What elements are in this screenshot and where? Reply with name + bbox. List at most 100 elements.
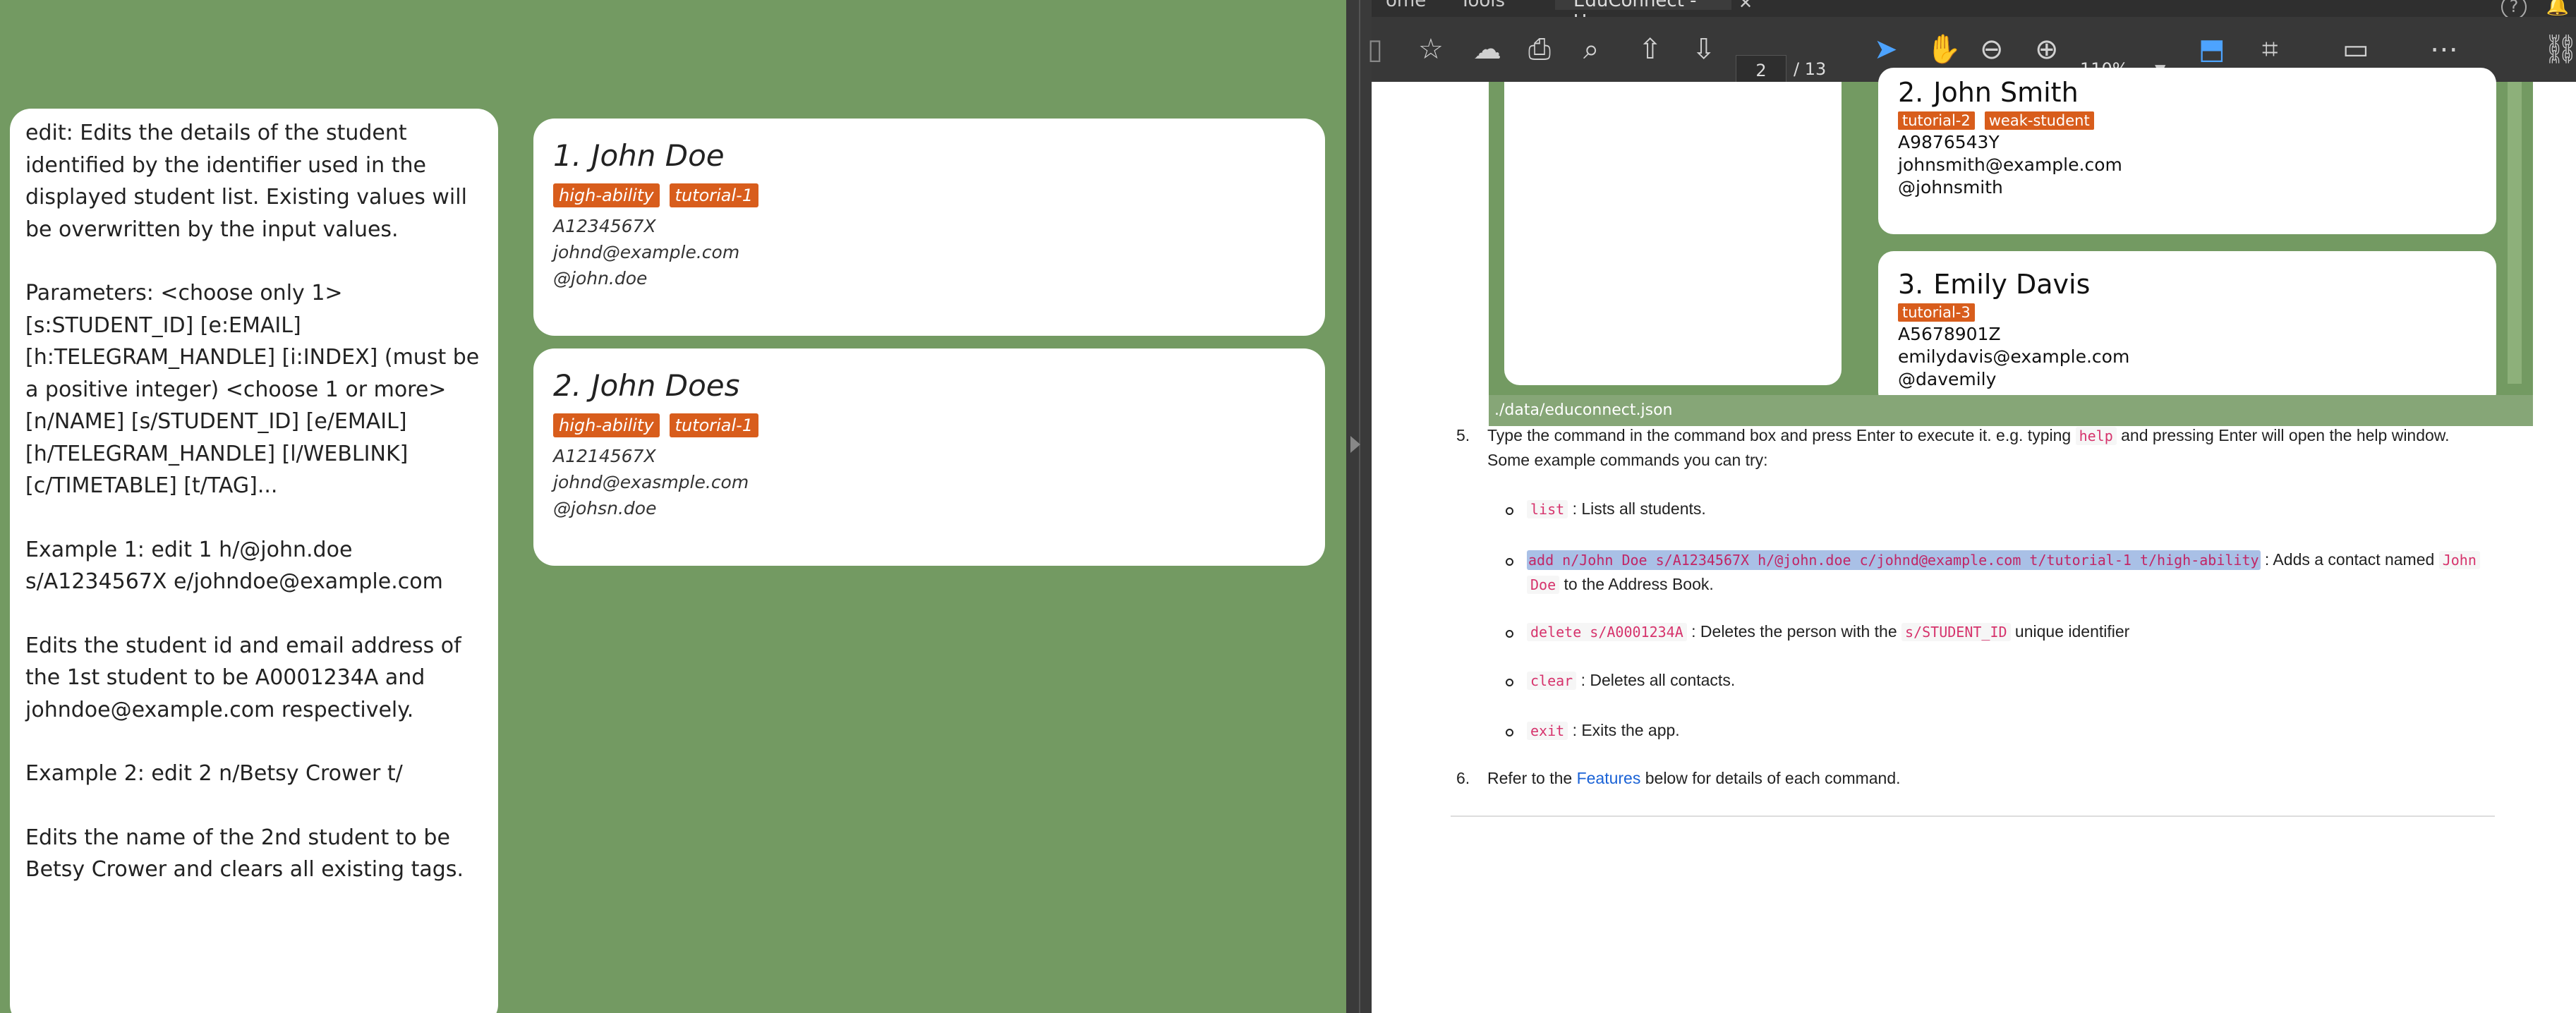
pdf-page: 2. John Smith tutorial-2 weak-student A98… [1372,68,2576,1013]
text-span: below for details of each command. [1645,769,1901,787]
divider-line [1359,0,1360,1013]
zoom-out-icon[interactable]: ⊖ [1980,35,2004,63]
embedded-scrollbar [2508,82,2522,384]
student-telegram: @john.doe [553,268,648,289]
list-item: exit : Exits the app. [1527,718,1680,743]
bullet [1506,630,1513,638]
hand-tool-icon[interactable]: ✋ [1926,35,1961,63]
inline-code: help [2075,427,2117,445]
result-paragraph: Edits the name of the 2nd student to be … [25,825,464,882]
close-icon[interactable]: ✕ [1739,0,1753,13]
step-5-text: Type the command in the command box and … [1487,423,2546,472]
student-name: 2. John Smith [1898,76,2477,109]
text-span: : Lists all students. [1572,499,1706,518]
page-down-icon[interactable]: ⇩ [1692,35,1716,63]
zoom-in-icon[interactable]: ⊕ [2035,35,2059,63]
more-icon[interactable]: ⋯ [2430,35,2458,63]
text-span: and pressing Enter will open the help wi… [2121,426,2450,444]
inline-code: list [1527,500,1568,518]
selected-inline-code[interactable]: add n/John Doe s/A1234567X h/@john.doe c… [1527,550,2261,570]
print-icon[interactable]: ⎙ [1528,35,1551,63]
student-email: johnd@example.com [553,242,740,262]
page-up-icon[interactable]: ⇧ [1638,35,1662,63]
bullet [1506,558,1513,566]
educonnect-window: edit: Edits the details of the student i… [0,0,1346,1013]
student-telegram: @johnsmith [1898,177,2003,198]
text-span: Some example commands you can try: [1487,451,1768,469]
tab-tools[interactable]: Tools [1460,0,1505,11]
bullet [1506,679,1513,686]
student-name-text: John Doe [591,138,725,173]
student-index: 2. [553,368,582,403]
text-span: to the Address Book. [1564,575,1714,593]
tab-document[interactable]: EduConnect - User ... [1555,0,1731,32]
result-display[interactable]: edit: Edits the details of the student i… [10,109,498,1013]
tag-badge: high-ability [553,413,660,437]
embedded-result-box [1504,82,1842,385]
embedded-status-bar: ./data/educonnect.json [1489,395,2533,426]
link-icon[interactable]: ⛓ [2543,35,2576,63]
list-item: delete s/A0001234A : Deletes the person … [1527,619,2129,644]
expand-arrow-icon[interactable] [1350,436,1360,453]
text-span: unique identifier [2014,622,2130,641]
page-total: / 13 [1794,59,1827,79]
step-number: 5. [1456,426,1470,444]
embedded-student-card: 2. John Smith tutorial-2 weak-student A98… [1878,68,2496,234]
student-id: A1214567X [553,446,656,466]
result-paragraph: Example 1: edit 1 h/@john.doe s/A1234567… [25,537,443,595]
page-fit-icon[interactable]: ⬒ [2199,35,2225,63]
embedded-student-card: 3. Emily Davis tutorial-3 A5678901Z emily… [1878,251,2496,408]
features-link[interactable]: Features [1577,769,1641,787]
result-paragraph: Example 2: edit 2 n/Betsy Crower t/ [25,761,403,786]
text-span: Refer to the [1487,769,1573,787]
student-telegram: @davemily [1898,369,1997,389]
student-id: A1234567X [553,216,656,236]
student-id: A5678901Z [1898,324,2001,344]
result-paragraph: edit: Edits the details of the student i… [25,121,467,242]
comment-icon[interactable]: ▭ [2342,35,2369,63]
student-index: 1. [553,138,582,173]
tab-home[interactable]: ome [1386,0,1426,11]
student-card[interactable]: 2. John Does high-ability tutorial-1 A121… [533,348,1325,566]
text-span: : Deletes the person with the [1691,622,1897,641]
text-span: : Adds a contact named [2264,550,2435,569]
text-span: Type the command in the command box and … [1487,426,2072,444]
measure-icon[interactable]: ⌗ [2262,35,2278,63]
student-name: 1. John Doe [553,135,1305,176]
tag-badge: tutorial-2 [1898,111,1975,130]
step-number: 6. [1456,769,1470,787]
sidebar-toggle-icon[interactable]: ▯ [1367,35,1383,63]
inline-code: Doe [1527,576,1560,594]
student-name-text: Emily Davis [1933,269,2091,300]
pdf-viewer: ome Tools EduConnect - User ... ✕ ? 🔔 ▯ … [1367,0,2576,1013]
bell-icon[interactable]: 🔔 [2546,0,2569,17]
inline-code: delete s/A0001234A [1527,623,1687,641]
student-index: 3. [1898,269,1924,300]
list-item: clear : Deletes all contacts. [1527,668,1735,693]
student-id: A9876543Y [1898,132,2000,152]
search-zoom-icon[interactable]: ⌕ [1583,35,1599,63]
inline-code: John [2438,551,2480,569]
text-span: : Deletes all contacts. [1580,671,1736,689]
student-name: 2. John Does [553,365,1305,406]
list-item: list : Lists all students. [1527,497,1706,521]
upload-cloud-icon[interactable]: ☁ [1473,35,1501,63]
student-email: emilydavis@example.com [1898,346,2130,367]
result-paragraph: Edits the student id and email address o… [25,633,461,722]
tag-badge: weak-student [1984,111,2094,130]
bullet [1506,729,1513,736]
star-icon[interactable]: ☆ [1418,35,1444,63]
inline-code: s/STUDENT_ID [1901,623,2011,641]
student-email: johnsmith@example.com [1898,154,2122,175]
list-item: add n/John Doe s/A1234567X h/@john.doe c… [1527,547,2543,597]
select-cursor-icon[interactable]: ➤ [1874,35,1898,63]
student-name-text: John Smith [1933,77,2079,108]
tag-badge: tutorial-3 [1898,303,1975,322]
student-card[interactable]: 1. John Doe high-ability tutorial-1 A1234… [533,119,1325,336]
tag-badge: high-ability [553,183,660,207]
tag-badge: tutorial-1 [669,413,759,437]
embedded-screenshot: 2. John Smith tutorial-2 weak-student A98… [1489,68,2533,426]
bullet [1506,507,1513,515]
tab-bar: ome Tools EduConnect - User ... ✕ ? 🔔 [1372,0,2576,32]
inline-code: exit [1527,722,1568,740]
